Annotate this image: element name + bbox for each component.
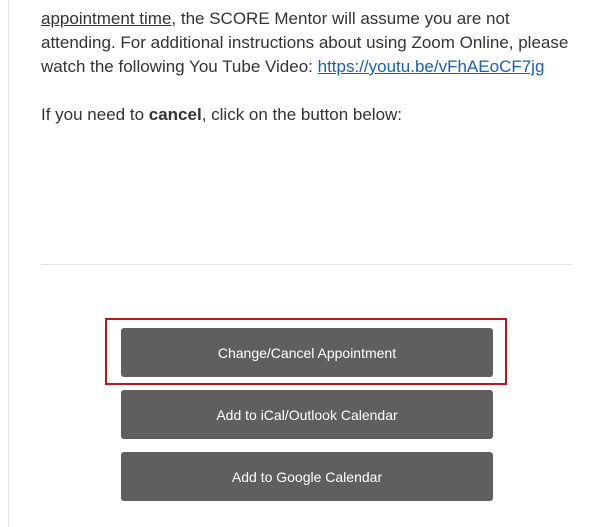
youtube-video-link[interactable]: https://youtu.be/vFhAEoCF7jg	[318, 57, 545, 76]
instructions-paragraph: appointment time, the SCORE Mentor will …	[41, 7, 581, 79]
appointment-time-text: appointment time	[41, 9, 172, 28]
section-divider	[41, 264, 572, 265]
cancel-prefix-text: If you need to	[41, 105, 149, 124]
email-body: appointment time, the SCORE Mentor will …	[41, 7, 581, 127]
add-to-google-calendar-button[interactable]: Add to Google Calendar	[121, 452, 493, 501]
cancel-suffix-text: , click on the button below:	[201, 105, 403, 124]
left-border-line	[8, 0, 9, 527]
change-cancel-appointment-button[interactable]: Change/Cancel Appointment	[121, 328, 493, 377]
add-to-ical-outlook-calendar-button[interactable]: Add to iCal/Outlook Calendar	[121, 390, 493, 439]
cancel-instructions-paragraph: If you need to cancel, click on the butt…	[41, 103, 581, 127]
cancel-bold-text: cancel	[148, 105, 202, 124]
